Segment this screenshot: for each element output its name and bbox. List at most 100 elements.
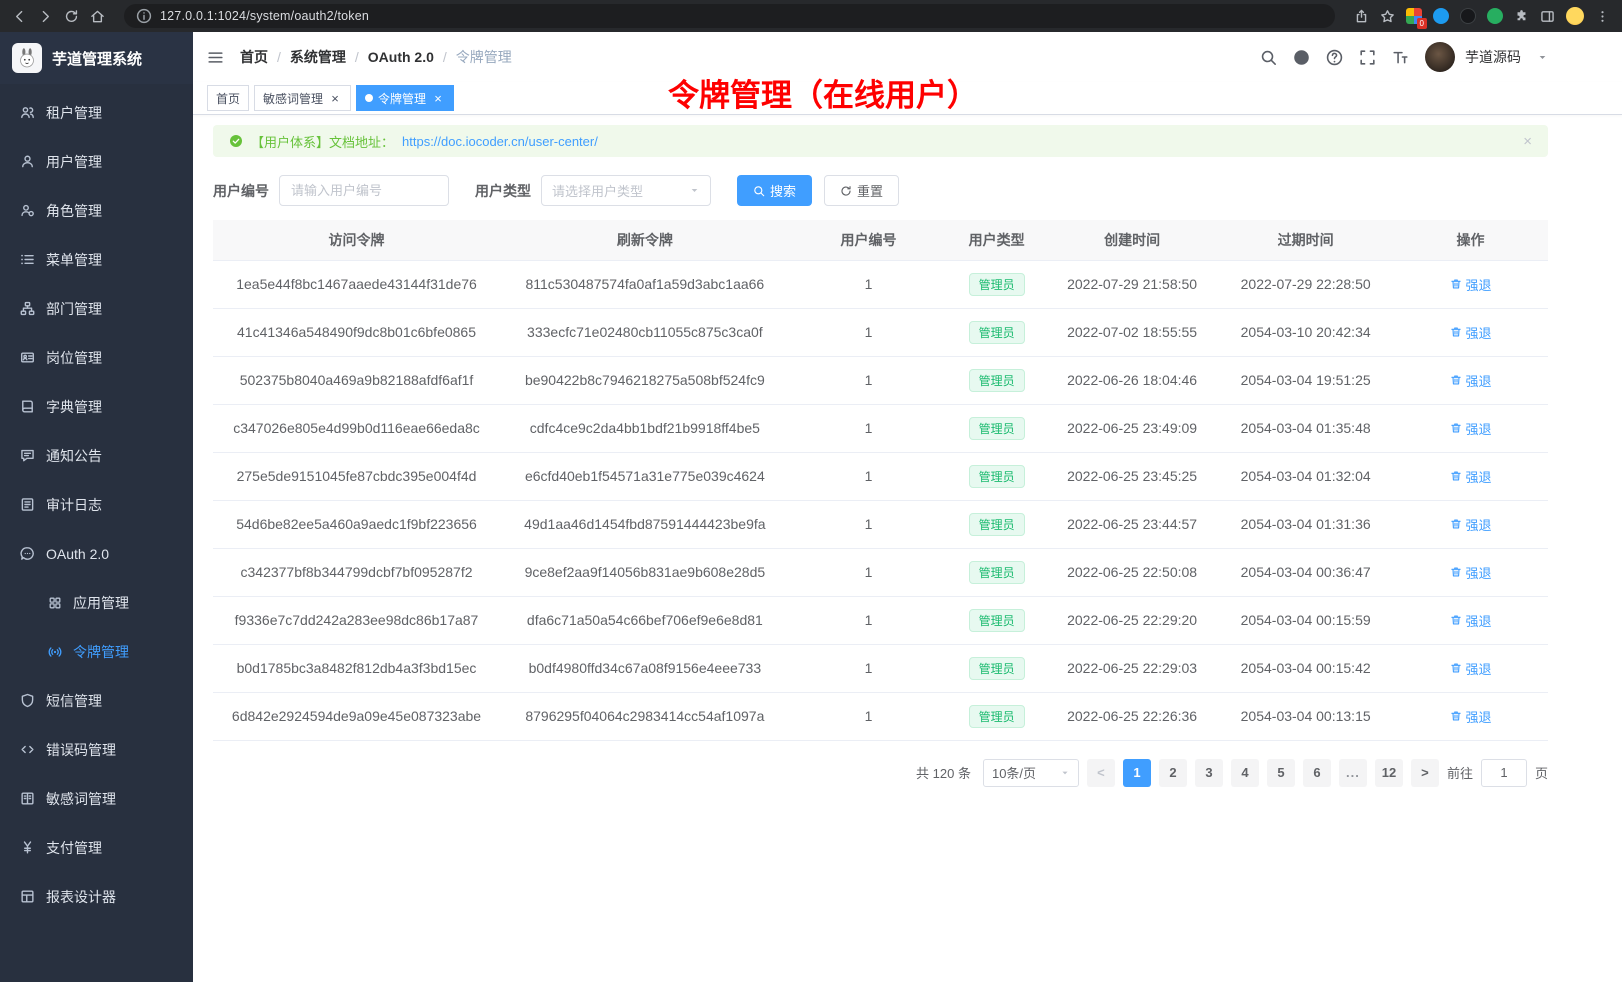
app-window: 芋道管理系统 租户管理用户管理角色管理菜单管理部门管理岗位管理字典管理通知公告审…	[0, 32, 1622, 982]
user-menu-caret-icon[interactable]	[1537, 52, 1548, 63]
sidebar-item-user[interactable]: 用户管理	[0, 137, 193, 186]
force-logout-button[interactable]: 强退	[1450, 707, 1492, 726]
address-bar[interactable]: 127.0.0.1:1024/system/oauth2/token	[124, 4, 1335, 28]
sidebar-item-post[interactable]: 岗位管理	[0, 333, 193, 382]
tab-token[interactable]: 令牌管理×	[356, 85, 454, 111]
page-button[interactable]: 12	[1375, 759, 1403, 787]
force-logout-button[interactable]: 强退	[1450, 515, 1492, 534]
expire-time-cell: 2054-03-04 00:36:47	[1218, 548, 1393, 596]
sidebar-item-tenant[interactable]: 租户管理	[0, 88, 193, 137]
action-cell: 强退	[1393, 500, 1548, 548]
force-logout-button[interactable]: 强退	[1450, 323, 1492, 342]
browser-home-icon[interactable]	[90, 9, 105, 24]
force-logout-button[interactable]: 强退	[1450, 371, 1492, 390]
tab-home[interactable]: 首页	[207, 85, 249, 111]
tab-close-icon[interactable]: ×	[328, 91, 342, 105]
bookmark-star-icon[interactable]	[1380, 9, 1395, 24]
sidebar-item-oauth2[interactable]: OAuth 2.0	[0, 529, 193, 578]
app-icon	[48, 596, 62, 610]
alert-close-icon[interactable]: ×	[1523, 133, 1532, 150]
sidebar-toggle-icon[interactable]	[207, 49, 224, 66]
kebab-menu-icon[interactable]	[1595, 9, 1610, 24]
sidebar-subitem-token[interactable]: 令牌管理	[0, 627, 193, 676]
breadcrumb-item[interactable]: 系统管理	[290, 47, 346, 67]
sidebar-item-label: OAuth 2.0	[46, 546, 168, 562]
extension-icon[interactable]	[1487, 8, 1503, 24]
page-button[interactable]: 1	[1123, 759, 1151, 787]
page-size-select[interactable]: 10条/页	[983, 759, 1079, 787]
sidebar-item-sensitive-word[interactable]: 敏感词管理	[0, 774, 193, 823]
sidebar-item-notice[interactable]: 通知公告	[0, 431, 193, 480]
refresh-token-cell: 8796295f04064c2983414cc54af1097a	[500, 692, 790, 740]
force-logout-button[interactable]: 强退	[1450, 467, 1492, 486]
reset-button-label: 重置	[857, 181, 883, 200]
tab-sensitive-word[interactable]: 敏感词管理×	[254, 85, 351, 111]
browser-forward-icon[interactable]	[38, 9, 53, 24]
tab-close-icon[interactable]: ×	[431, 91, 445, 105]
force-logout-button[interactable]: 强退	[1450, 275, 1492, 294]
sidebar-item-dict[interactable]: 字典管理	[0, 382, 193, 431]
page-ellipsis[interactable]: ...	[1339, 759, 1367, 787]
site-info-icon[interactable]	[136, 8, 152, 24]
user-id-input[interactable]	[279, 175, 449, 206]
page-button[interactable]: 5	[1267, 759, 1295, 787]
user-avatar[interactable]	[1425, 42, 1455, 72]
user-type-placeholder: 请选择用户类型	[552, 181, 643, 200]
user-type-select[interactable]: 请选择用户类型	[541, 175, 711, 206]
page-button[interactable]: 2	[1159, 759, 1187, 787]
user-name[interactable]: 芋道源码	[1465, 47, 1521, 67]
share-icon[interactable]	[1354, 9, 1369, 24]
extension-icon[interactable]	[1433, 8, 1449, 24]
breadcrumb-separator: /	[355, 49, 359, 65]
browser-profile-avatar[interactable]	[1566, 7, 1584, 25]
github-icon[interactable]	[1293, 49, 1310, 66]
extension-icon[interactable]: 0	[1406, 8, 1422, 24]
expire-time-cell: 2054-03-04 00:13:15	[1218, 692, 1393, 740]
doc-link[interactable]: https://doc.iocoder.cn/user-center/	[402, 134, 598, 149]
fullscreen-icon[interactable]	[1359, 49, 1376, 66]
extension-badge: 0	[1417, 18, 1427, 29]
extensions-puzzle-icon[interactable]	[1514, 9, 1529, 24]
force-logout-button[interactable]: 强退	[1450, 659, 1492, 678]
force-logout-button[interactable]: 强退	[1450, 563, 1492, 582]
sidebar-item-menu[interactable]: 菜单管理	[0, 235, 193, 284]
user-type-cell: 管理员	[947, 500, 1046, 548]
sidebar-item-role[interactable]: 角色管理	[0, 186, 193, 235]
access-token-cell: c347026e805e4d99b0d116eae66eda8c	[213, 404, 500, 452]
sidebar-item-audit-log[interactable]: 审计日志	[0, 480, 193, 529]
extension-icon[interactable]	[1460, 8, 1476, 24]
goto-page-input[interactable]	[1481, 759, 1527, 787]
main-area: 首页/系统管理/OAuth 2.0/令牌管理 芋道源码 首页敏感词管理×令牌管理…	[193, 32, 1622, 982]
search-button[interactable]: 搜索	[737, 175, 812, 206]
expire-time-cell: 2054-03-10 20:42:34	[1218, 308, 1393, 356]
page-button[interactable]: 6	[1303, 759, 1331, 787]
expire-time-cell: 2054-03-04 01:35:48	[1218, 404, 1393, 452]
prev-page-button[interactable]: <	[1087, 759, 1115, 787]
force-logout-button[interactable]: 强退	[1450, 611, 1492, 630]
reset-button[interactable]: 重置	[824, 175, 899, 206]
browser-back-icon[interactable]	[12, 9, 27, 24]
created-time-cell: 2022-06-25 22:29:03	[1046, 644, 1218, 692]
breadcrumb-item[interactable]: 首页	[240, 47, 268, 67]
sidebar-item-sms[interactable]: 短信管理	[0, 676, 193, 725]
sidebar-subitem-application[interactable]: 应用管理	[0, 578, 193, 627]
column-header: 用户编号	[790, 220, 948, 260]
side-panel-icon[interactable]	[1540, 9, 1555, 24]
force-logout-button[interactable]: 强退	[1450, 419, 1492, 438]
sidebar-item-error-code[interactable]: 错误码管理	[0, 725, 193, 774]
next-page-button[interactable]: >	[1411, 759, 1439, 787]
user-type-badge: 管理员	[969, 657, 1025, 680]
font-size-icon[interactable]	[1392, 49, 1409, 66]
app-logo[interactable]: 芋道管理系统	[0, 32, 193, 84]
help-icon[interactable]	[1326, 49, 1343, 66]
sidebar-item-pay[interactable]: 支付管理	[0, 823, 193, 872]
logo-image	[12, 43, 42, 73]
browser-reload-icon[interactable]	[64, 9, 79, 24]
breadcrumb-item[interactable]: OAuth 2.0	[368, 49, 434, 65]
page-button[interactable]: 3	[1195, 759, 1223, 787]
page-button[interactable]: 4	[1231, 759, 1259, 787]
dict-icon	[20, 399, 35, 414]
sidebar-item-report-designer[interactable]: 报表设计器	[0, 872, 193, 921]
sidebar-item-dept[interactable]: 部门管理	[0, 284, 193, 333]
search-icon[interactable]	[1260, 49, 1277, 66]
